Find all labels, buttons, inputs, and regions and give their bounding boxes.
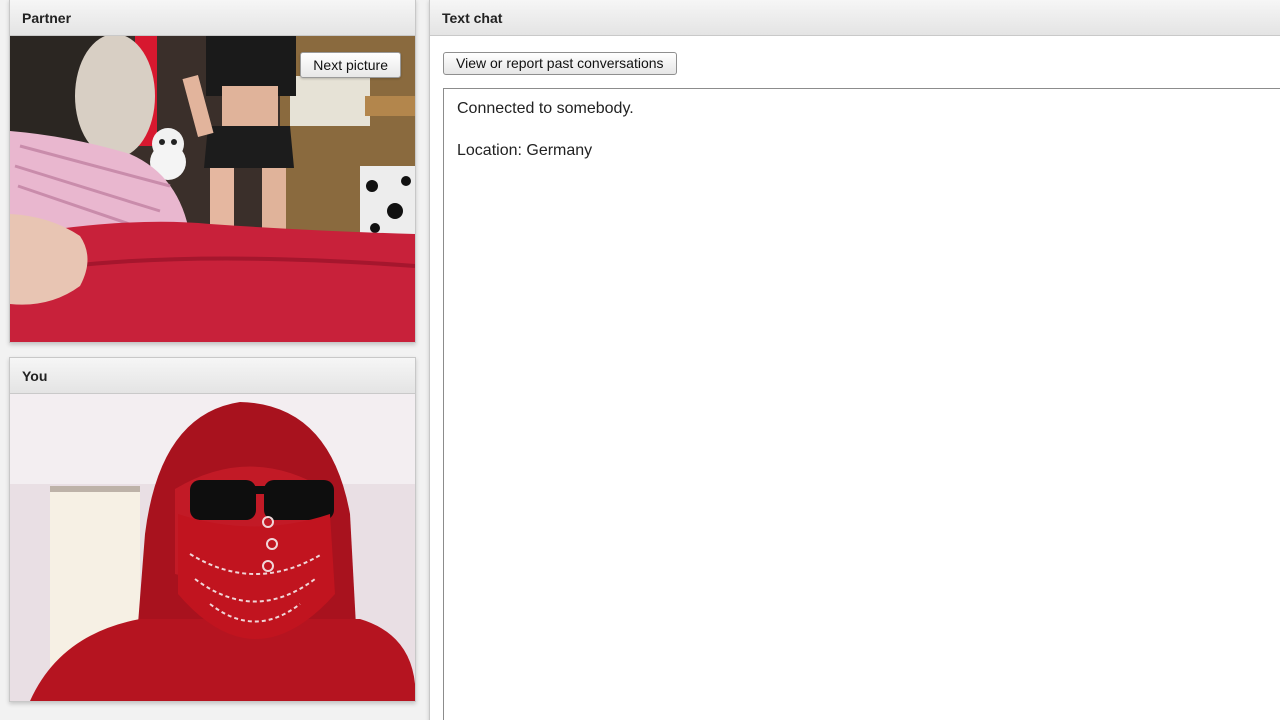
view-past-conversations-button[interactable]: View or report past conversations xyxy=(443,52,677,75)
chat-app: Partner Next picture You Text chat View … xyxy=(0,0,1280,720)
you-panel-title: You xyxy=(10,358,415,394)
text-chat-title: Text chat xyxy=(430,0,1280,36)
you-video-frame xyxy=(10,394,415,701)
partner-video xyxy=(10,36,415,342)
next-picture-button[interactable]: Next picture xyxy=(300,52,401,78)
you-video xyxy=(10,394,415,701)
chat-message: Connected to somebody. xyxy=(457,100,634,117)
chat-message: Location: Germany xyxy=(457,142,593,159)
partner-panel-title: Partner xyxy=(10,0,415,36)
text-chat-panel: Text chat View or report past conversati… xyxy=(429,0,1280,720)
you-panel: You xyxy=(9,357,416,702)
chat-log[interactable]: Connected to somebody. Location: Germany xyxy=(443,88,1280,720)
partner-video-frame xyxy=(10,36,415,342)
partner-panel: Partner Next picture xyxy=(9,0,416,343)
